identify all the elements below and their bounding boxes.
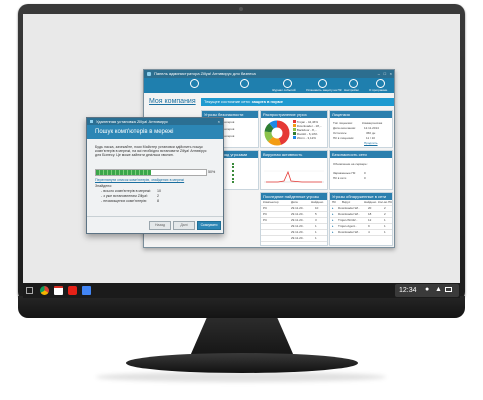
found-installed-value: 2 [157,194,159,198]
files-icon[interactable] [82,286,91,295]
info-icon [376,79,385,88]
app-logo-icon [90,120,93,123]
found-total-value: 10 [157,189,161,193]
activity-header: Вирусная активность [261,151,327,158]
install-icon [318,79,327,88]
toolbar-about-label: О программе [369,88,388,92]
wifi-icon: ▲ [435,286,442,293]
computer-list-link[interactable]: Переглянути список комп'ютерів, знайдени… [95,178,184,182]
table-row[interactable]: 29.11.20.. 1 [261,236,327,242]
last-found-header: Последние найденные угрозы [261,193,327,200]
detected-header: Угрозы обнаруженные в сети [330,193,392,200]
found-total-label: - всього комп'ютерів в мережі: [101,189,152,193]
found-unprotected-label: - незахищених комп'ютерів: [101,199,147,203]
dialog-close-icon[interactable]: × [218,118,220,125]
toolbar-settings[interactable]: Настройки [342,78,364,93]
back-button[interactable]: Назад [149,221,171,230]
toolbar-install[interactable]: Установить защиту на ПК [306,78,342,93]
found-label: Знайдено: [95,184,113,188]
panel-title: Панель администратора Zillya! Антивирус … [154,71,256,76]
threats-card: Распространение угроз Trojan - 44,46% Do… [260,110,328,148]
webcam-icon [239,7,243,11]
table-row[interactable]: ▸ Downloader.Wi.. 4 1 [330,230,392,236]
maximize-icon[interactable]: □ [384,70,386,78]
activity-card: Вирусная активность [260,150,328,190]
toolbar-install-label: Установить защиту на ПК [306,88,342,92]
battery-icon [445,287,452,292]
dialog-title: Удаленная установка Zillya! Антивирус [96,119,168,124]
dialog-titlebar: Удаленная установка Zillya! Антивирус × [87,118,223,125]
toolbar-about[interactable]: О программе [368,78,392,93]
user-icon: ● [425,286,430,293]
search-progress-bar [95,169,207,176]
renew-license-link[interactable]: Продлить [364,141,392,145]
progress-fill [96,170,151,175]
detected-card: Угрозы обнаруженные в сети ПК Вирус Найд… [329,192,393,246]
netsec-header: Безопасность сети [330,151,392,158]
company-link[interactable]: Моя компания [149,98,196,105]
minimize-icon[interactable]: – [378,70,380,78]
found-installed-label: - з уже встановленим Zillya!: [101,194,149,198]
remote-install-dialog: Удаленная установка Zillya! Антивирус × … [86,117,224,234]
close-icon[interactable]: × [390,70,392,78]
threats-header: Распространение угроз [261,111,327,118]
panel-toolbar: Журнал событий Установить защиту на ПК Н… [144,78,394,93]
dialog-heading: Пошук комп'ютерів в мережі [95,129,174,135]
clock: 12:34 [399,287,417,294]
found-unprotected-value: 8 [157,199,159,203]
dialog-divider [87,216,223,217]
license-header: Лицензия [330,111,392,118]
legend-item: Worm - 3,12% [293,136,322,140]
monitor-chin [18,296,465,318]
toolbar-journal-label: Журнал событий [272,88,296,92]
activity-series [266,170,322,183]
monitor-stand-neck [190,318,294,356]
netsec-card: Безопасность сети Обновление на сервере:… [329,150,393,190]
dialog-heading-bar: Пошук комп'ютерів в мережі [87,125,223,139]
journal-icon [283,79,292,88]
system-tray[interactable]: 12:34 ● ▲ [395,284,459,297]
threats-legend: Trojan - 44,46% Downloader - 18,... Back… [293,120,322,140]
toolbar-journal[interactable]: Журнал событий [272,78,302,93]
status-value: защита в норме [251,99,283,104]
settings-icon [349,79,358,88]
last-found-card: Последние найденные угрозы Компьютер Дат… [260,192,328,246]
license-card: Лицензия Тип лицензии: Коммерческая Дата… [329,110,393,148]
activity-chart [264,170,324,183]
toolbar-item-1[interactable] [174,78,214,93]
cancel-button[interactable]: Скасувати [197,221,221,230]
toolbar-settings-label: Настройки [344,88,359,92]
app-logo-icon [147,72,151,76]
threats-pie-chart [264,120,290,146]
panel-titlebar: Панель администратора Zillya! Антивирус … [144,70,394,78]
progress-label: 50% [208,170,216,174]
toolbar-item-2[interactable] [224,78,264,93]
dialog-description: Будь ласка, зачекайте, поки Майстер уста… [95,145,207,157]
update-icon [240,79,249,88]
shield-icon [190,79,199,88]
chrome-icon[interactable] [40,286,49,295]
youtube-icon[interactable] [68,286,77,295]
taskbar: 12:34 ● ▲ [23,283,460,298]
monitor-shadow [96,372,386,382]
monitor-stand-base [126,353,358,373]
gmail-icon[interactable] [54,286,63,295]
next-button[interactable]: Далі [173,221,195,230]
network-status-bar: Текущее состояние сети: защита в норме [201,98,394,106]
status-label: Текущее состояние сети: [204,99,251,104]
launcher-icon[interactable] [26,287,33,294]
